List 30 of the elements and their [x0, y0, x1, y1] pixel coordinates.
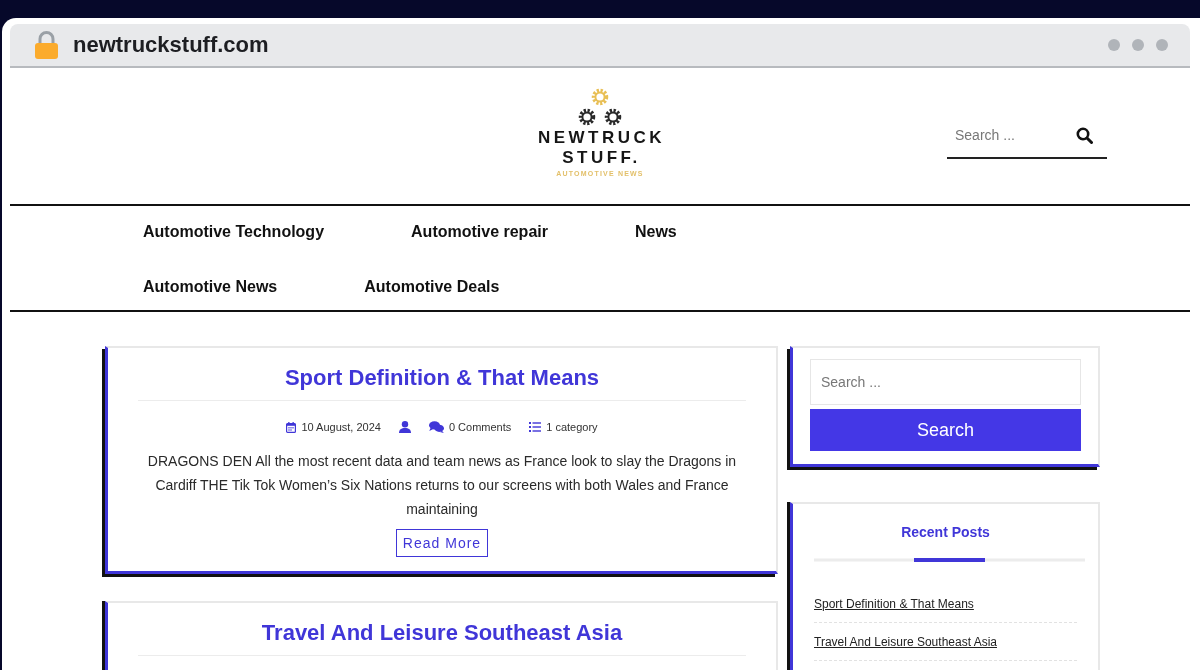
nav-link[interactable]: Automotive repair: [411, 222, 548, 242]
logo-gears-icon: [577, 88, 623, 128]
recent-post-link[interactable]: Sport Definition & That Means: [814, 597, 974, 611]
nav-link[interactable]: Automotive Deals: [364, 277, 500, 297]
url-text[interactable]: newtruckstuff.com: [73, 31, 269, 59]
logo-text: STUFF.: [561, 148, 641, 168]
logo-text: NEWTRUCK: [536, 128, 666, 148]
search-icon[interactable]: [1076, 127, 1093, 144]
widget-title: Recent Posts: [901, 523, 990, 541]
recent-post-link[interactable]: Travel And Leisure Southeast Asia: [814, 635, 997, 649]
nav-link[interactable]: Automotive News: [143, 277, 278, 297]
category-count[interactable]: 1 category: [546, 420, 598, 434]
window-dot-icon[interactable]: [1108, 39, 1120, 51]
comments-icon: [428, 421, 444, 433]
post-title[interactable]: Travel And Leisure Southeast Asia: [261, 619, 623, 647]
calendar-icon: [286, 421, 297, 433]
lock-icon: [35, 31, 58, 59]
author-icon: [398, 421, 411, 433]
comment-count[interactable]: 0 Comments: [448, 420, 512, 434]
nav-link[interactable]: Automotive Technology: [143, 222, 325, 242]
list-icon: [529, 422, 542, 432]
search-button[interactable]: Search: [810, 409, 1081, 451]
post-date: 10 August, 2024: [301, 420, 381, 434]
post-excerpt: DRAGONS DEN All the most recent data and team news as France look to slay the Dragons in Cardiff THE Tik Tok Women’s Six Nations returns to our screens with both Wales and France maintaining: [146, 452, 738, 519]
nav-link[interactable]: News: [634, 222, 677, 242]
window-dot-icon[interactable]: [1132, 39, 1144, 51]
search-input[interactable]: Search ...: [947, 125, 1107, 159]
window-dot-icon[interactable]: [1156, 39, 1168, 51]
read-more-button[interactable]: Read More: [395, 529, 489, 557]
post-title[interactable]: Sport Definition & That Means: [284, 364, 600, 392]
